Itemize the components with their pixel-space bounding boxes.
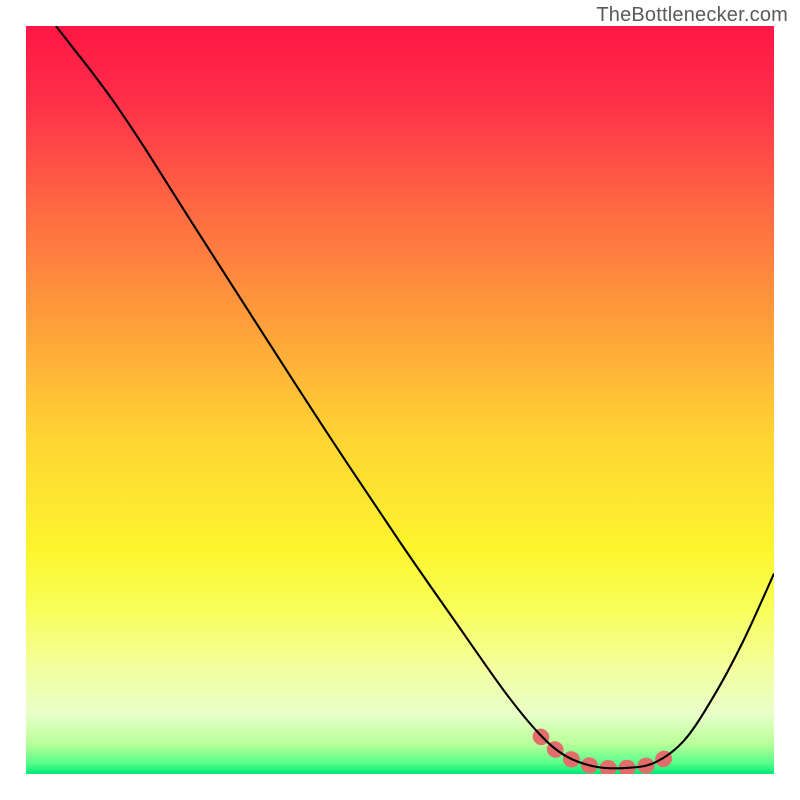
chart-svg [26, 26, 774, 774]
chart-plot-area [26, 26, 774, 774]
watermark-text: TheBottlenecker.com [596, 4, 788, 27]
